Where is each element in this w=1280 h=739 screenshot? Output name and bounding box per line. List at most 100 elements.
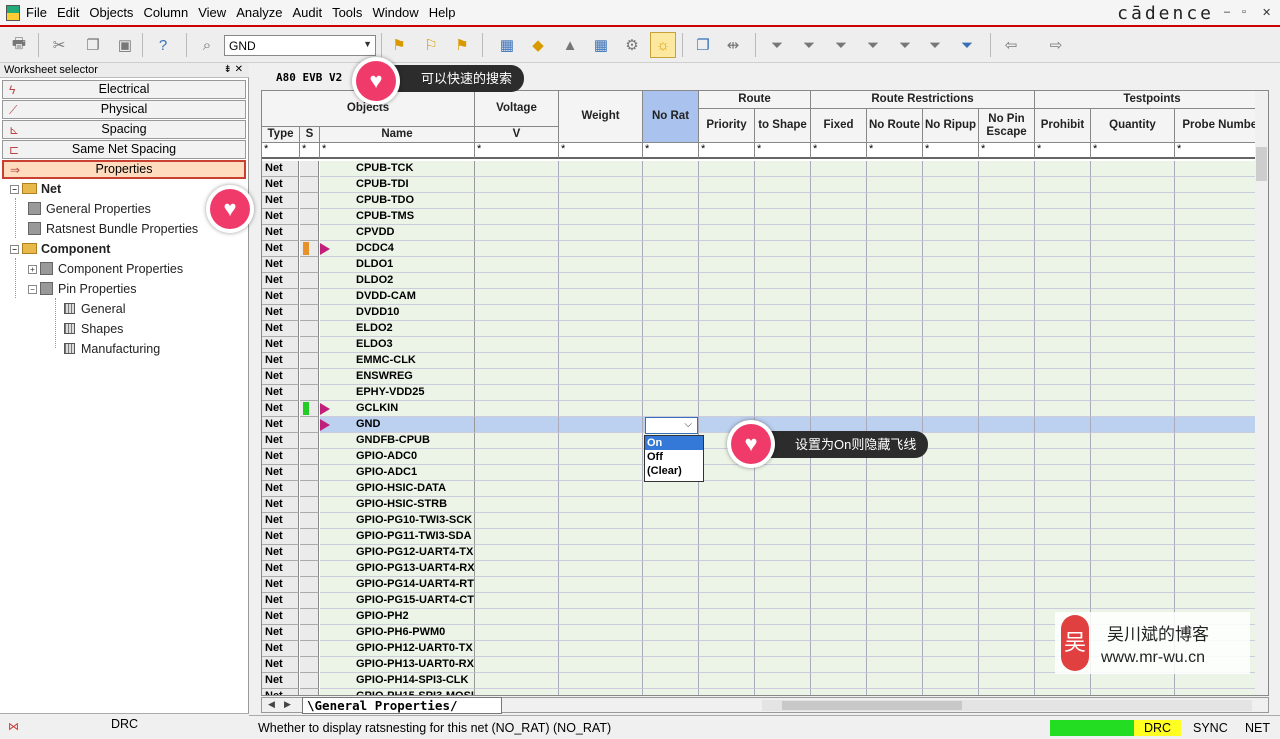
value-cell[interactable] — [1035, 433, 1091, 449]
value-cell[interactable] — [979, 577, 1035, 593]
filter-table-icon[interactable]: ⏷ — [954, 32, 980, 58]
value-cell[interactable] — [867, 465, 923, 481]
name-cell[interactable]: GPIO-PG10-TWI3-SCK — [320, 513, 475, 529]
table-row[interactable]: Net GPIO-PG12-UART4-TX — [262, 545, 1268, 561]
table-row[interactable]: Net GCLKIN — [262, 401, 1268, 417]
name-cell[interactable]: ELDO3 — [320, 337, 475, 353]
value-cell[interactable] — [979, 209, 1035, 225]
value-cell[interactable] — [475, 513, 559, 529]
value-cell[interactable] — [475, 609, 559, 625]
value-cell[interactable] — [755, 225, 811, 241]
value-cell[interactable] — [811, 321, 867, 337]
value-cell[interactable] — [1035, 673, 1091, 689]
value-cell[interactable] — [559, 561, 643, 577]
value-cell[interactable] — [559, 305, 643, 321]
value-cell[interactable] — [923, 497, 979, 513]
value-cell[interactable] — [1091, 449, 1175, 465]
value-cell[interactable] — [755, 657, 811, 673]
value-cell[interactable] — [755, 305, 811, 321]
value-cell[interactable] — [867, 337, 923, 353]
value-cell[interactable] — [923, 641, 979, 657]
value-cell[interactable] — [559, 321, 643, 337]
value-cell[interactable] — [643, 321, 699, 337]
collapse-icon[interactable]: − — [10, 245, 19, 254]
value-cell[interactable] — [643, 513, 699, 529]
value-cell[interactable] — [699, 481, 755, 497]
value-cell[interactable] — [1091, 209, 1175, 225]
value-cell[interactable] — [923, 593, 979, 609]
value-cell[interactable] — [1091, 497, 1175, 513]
value-cell[interactable] — [867, 193, 923, 209]
table-row[interactable]: Net DVDD-CAM — [262, 289, 1268, 305]
value-cell[interactable] — [699, 641, 755, 657]
value-cell[interactable] — [979, 497, 1035, 513]
header-name[interactable]: Name — [320, 127, 475, 143]
name-cell[interactable]: GPIO-HSIC-STRB — [320, 497, 475, 513]
tree-general-properties[interactable]: General Properties — [28, 202, 151, 216]
value-cell[interactable] — [811, 593, 867, 609]
value-cell[interactable] — [699, 593, 755, 609]
value-cell[interactable] — [475, 657, 559, 673]
restore-icon[interactable]: ▫ — [1242, 6, 1246, 18]
value-cell[interactable] — [559, 481, 643, 497]
value-cell[interactable] — [643, 561, 699, 577]
value-cell[interactable] — [811, 673, 867, 689]
value-cell[interactable] — [643, 337, 699, 353]
value-cell[interactable] — [643, 657, 699, 673]
name-cell[interactable]: GPIO-PH14-SPI3-CLK — [320, 673, 475, 689]
value-cell[interactable] — [755, 337, 811, 353]
value-cell[interactable] — [867, 497, 923, 513]
value-cell[interactable] — [475, 305, 559, 321]
no-rat-select[interactable]: ⌵ — [645, 417, 698, 434]
value-cell[interactable] — [559, 609, 643, 625]
minimize-icon[interactable]: – — [1224, 6, 1230, 18]
name-cell[interactable]: CPUB-TDI — [320, 177, 475, 193]
bus-icon[interactable]: ◆ — [525, 32, 551, 58]
value-cell[interactable] — [699, 273, 755, 289]
value-cell[interactable] — [643, 385, 699, 401]
copy-icon[interactable]: ❐ — [80, 32, 106, 58]
name-cell[interactable]: DVDD10 — [320, 305, 475, 321]
value-cell[interactable] — [699, 385, 755, 401]
value-cell[interactable] — [755, 369, 811, 385]
value-cell[interactable] — [643, 609, 699, 625]
value-cell[interactable] — [643, 401, 699, 417]
value-cell[interactable] — [475, 465, 559, 481]
value-cell[interactable] — [755, 689, 811, 695]
name-cell[interactable]: DCDC4 — [320, 241, 475, 257]
value-cell[interactable] — [643, 289, 699, 305]
value-cell[interactable] — [811, 497, 867, 513]
value-cell[interactable] — [1091, 561, 1175, 577]
name-cell[interactable]: ENSWREG — [320, 369, 475, 385]
value-cell[interactable] — [755, 497, 811, 513]
value-cell[interactable] — [475, 449, 559, 465]
value-cell[interactable] — [475, 289, 559, 305]
menu-edit[interactable]: Edit — [57, 5, 79, 20]
value-cell[interactable] — [867, 257, 923, 273]
value-cell[interactable] — [475, 353, 559, 369]
value-cell[interactable] — [923, 241, 979, 257]
value-cell[interactable] — [643, 305, 699, 321]
header-priority[interactable]: Priority — [699, 109, 755, 143]
value-cell[interactable] — [755, 465, 811, 481]
value-cell[interactable] — [559, 241, 643, 257]
value-cell[interactable] — [1035, 353, 1091, 369]
tree-pin-shapes[interactable]: Shapes — [64, 322, 123, 336]
value-cell[interactable] — [923, 257, 979, 273]
value-cell[interactable] — [867, 561, 923, 577]
value-cell[interactable] — [1091, 593, 1175, 609]
value-cell[interactable] — [979, 657, 1035, 673]
value-cell[interactable] — [923, 225, 979, 241]
value-cell[interactable] — [755, 353, 811, 369]
name-cell[interactable]: EPHY-VDD25 — [320, 385, 475, 401]
value-cell[interactable] — [475, 497, 559, 513]
value-cell[interactable] — [923, 177, 979, 193]
value-cell[interactable] — [867, 225, 923, 241]
value-cell[interactable] — [979, 689, 1035, 695]
filter-to-shape[interactable]: * — [755, 143, 811, 159]
value-cell[interactable] — [755, 545, 811, 561]
value-cell[interactable] — [811, 657, 867, 673]
value-cell[interactable] — [979, 353, 1035, 369]
value-cell[interactable] — [811, 481, 867, 497]
value-cell[interactable] — [867, 545, 923, 561]
